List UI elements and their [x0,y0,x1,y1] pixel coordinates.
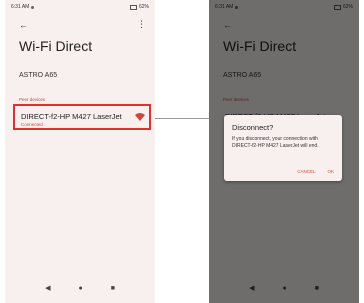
status-battery: 62% [138,4,149,10]
dialog-title: Disconnect? [232,123,274,132]
disconnect-dialog: Disconnect? If you disconnect, your conn… [224,115,342,181]
back-arrow-icon[interactable]: ← [19,20,28,30]
ok-button[interactable]: OK [327,169,334,174]
battery-icon [129,4,137,10]
cancel-button[interactable]: CANCEL [297,169,315,174]
nav-back-icon[interactable]: ◀ [45,284,50,292]
dialog-buttons: CANCEL OK [297,169,334,174]
nav-home-icon[interactable]: ● [78,285,82,292]
peer-devices-header: Peer devices [19,97,46,102]
navigation-bar: ◀ ● ■ [5,283,155,293]
page-title: Wi-Fi Direct [19,38,93,54]
notification-icon [31,5,35,9]
more-options-icon[interactable]: ⋮ [137,19,146,30]
disconnect-dialog-screen: 6:31 AM 62% ← Wi-Fi Direct ASTRO A65 Pee… [209,0,359,303]
dialog-message: If you disconnect, your connection with … [232,136,319,149]
status-bar: 6:31 AM 62% [11,3,149,11]
device-name: ASTRO A65 [19,72,58,79]
status-time: 6:31 AM [11,4,30,10]
nav-recents-icon[interactable]: ■ [111,285,115,292]
peer-device-item[interactable]: DIRECT-f2-HP M427 LaserJet Connected [13,104,151,130]
screen-background: 6:31 AM 62% ← ⋮ Wi-Fi Direct ASTRO A65 P… [5,0,155,303]
highlight-box [13,104,151,130]
wifi-direct-screen: 6:31 AM 62% ← ⋮ Wi-Fi Direct ASTRO A65 P… [5,0,155,303]
